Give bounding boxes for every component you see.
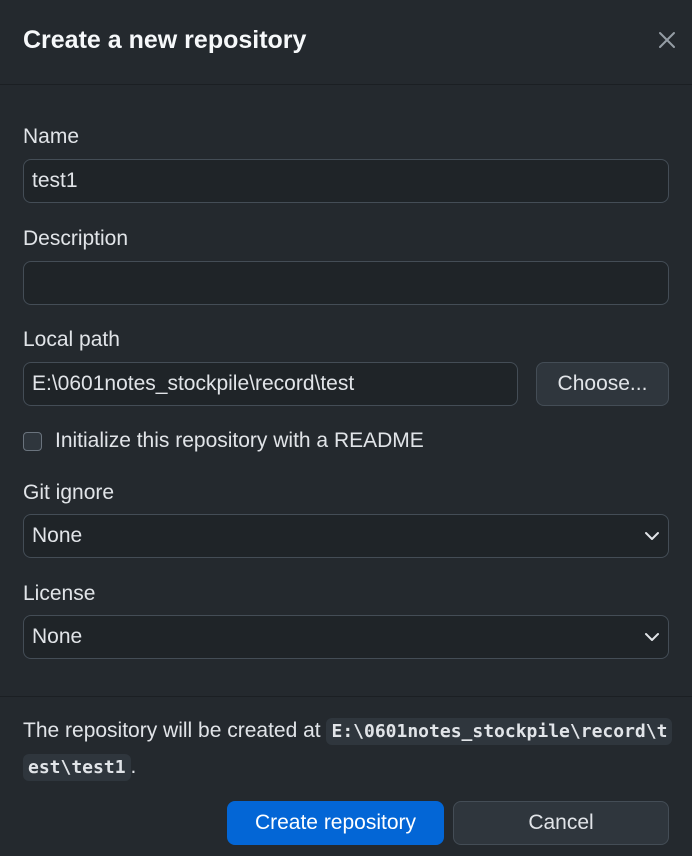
create-repository-button[interactable]: Create repository xyxy=(227,801,444,845)
license-selected-value: None xyxy=(32,625,83,648)
name-label: Name xyxy=(23,125,80,148)
chevron-down-icon xyxy=(644,531,660,541)
location-message-suffix: . xyxy=(130,755,137,778)
description-label: Description xyxy=(23,227,129,250)
dialog-header: Create a new repository xyxy=(0,0,692,85)
local-path-input[interactable] xyxy=(23,362,518,406)
description-input[interactable] xyxy=(23,261,669,305)
license-label: License xyxy=(23,582,96,605)
dialog-title: Create a new repository xyxy=(23,26,307,54)
name-input[interactable] xyxy=(23,159,669,203)
close-button[interactable] xyxy=(654,26,680,54)
license-select[interactable]: None xyxy=(23,615,669,659)
local-path-label: Local path xyxy=(23,328,120,351)
location-message-prefix: The repository will be created at xyxy=(23,719,321,742)
repository-location-message: The repository will be created at E:\060… xyxy=(23,713,673,785)
close-icon xyxy=(659,32,675,48)
choose-path-button[interactable]: Choose... xyxy=(536,362,669,406)
readme-checkbox-label: Initialize this repository with a README xyxy=(55,429,424,452)
chevron-down-icon xyxy=(644,632,660,642)
readme-checkbox[interactable] xyxy=(23,431,42,451)
cancel-button[interactable]: Cancel xyxy=(453,801,669,845)
git-ignore-label: Git ignore xyxy=(23,481,115,504)
git-ignore-select[interactable]: None xyxy=(23,514,669,558)
readme-checkbox-row[interactable]: Initialize this repository with a README xyxy=(23,428,424,454)
create-repository-dialog: Create a new repository Name Description… xyxy=(0,0,692,856)
git-ignore-selected-value: None xyxy=(32,524,83,547)
dialog-footer: The repository will be created at E:\060… xyxy=(0,696,692,856)
